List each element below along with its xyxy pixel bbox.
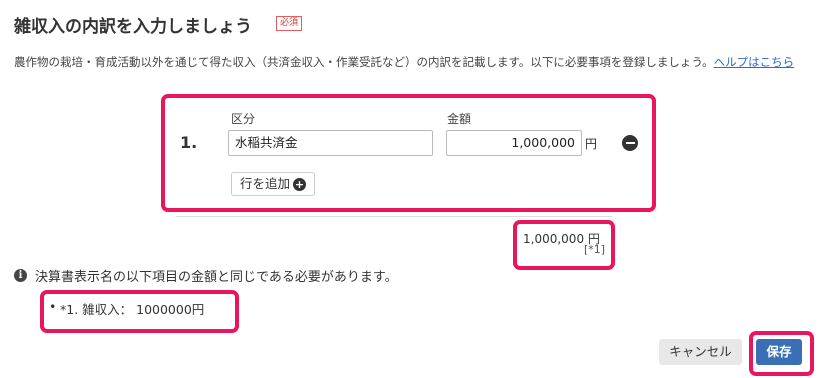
row-number: 1. — [180, 133, 198, 152]
save-button[interactable]: 保存 — [756, 339, 802, 365]
total-value: 1,000,000 — [523, 232, 585, 246]
category-column-label: 区分 — [231, 112, 256, 126]
required-badge: 必須 — [276, 16, 303, 31]
notice-text: 決算書表示名の以下項目の金額と同じである必要があります。 — [35, 270, 398, 285]
divider — [176, 216, 612, 217]
description-text: 農作物の栽培・育成活動以外を通じて得た収入（共済金収入・作業受託など）の内訳を記… — [14, 55, 714, 69]
help-link[interactable]: ヘルプはこちら — [714, 55, 795, 69]
amount-input[interactable]: 1,000,000 — [446, 130, 582, 156]
add-row-label: 行を追加 — [240, 176, 291, 191]
cancel-button[interactable]: キャンセル — [659, 339, 742, 365]
notice: i 決算書表示名の以下項目の金額と同じである必要があります。 — [14, 266, 398, 285]
notice-list-item: *1. 雑収入： 1000000円 — [49, 299, 204, 318]
add-row-button[interactable]: 行を追加 + — [231, 172, 316, 196]
total-note: [*1] — [584, 243, 606, 256]
info-icon: i — [14, 269, 27, 282]
amount-column-label: 金額 — [447, 112, 472, 126]
page-title: 雑収入の内訳を入力しましょう — [14, 17, 252, 37]
category-input[interactable]: 水稲共済金 — [228, 130, 433, 156]
remove-row-icon[interactable] — [622, 135, 638, 151]
amount-unit: 円 — [585, 137, 598, 151]
description: 農作物の栽培・育成活動以外を通じて得た収入（共済金収入・作業受託など）の内訳を記… — [14, 54, 806, 70]
plus-circle-icon: + — [293, 177, 307, 191]
